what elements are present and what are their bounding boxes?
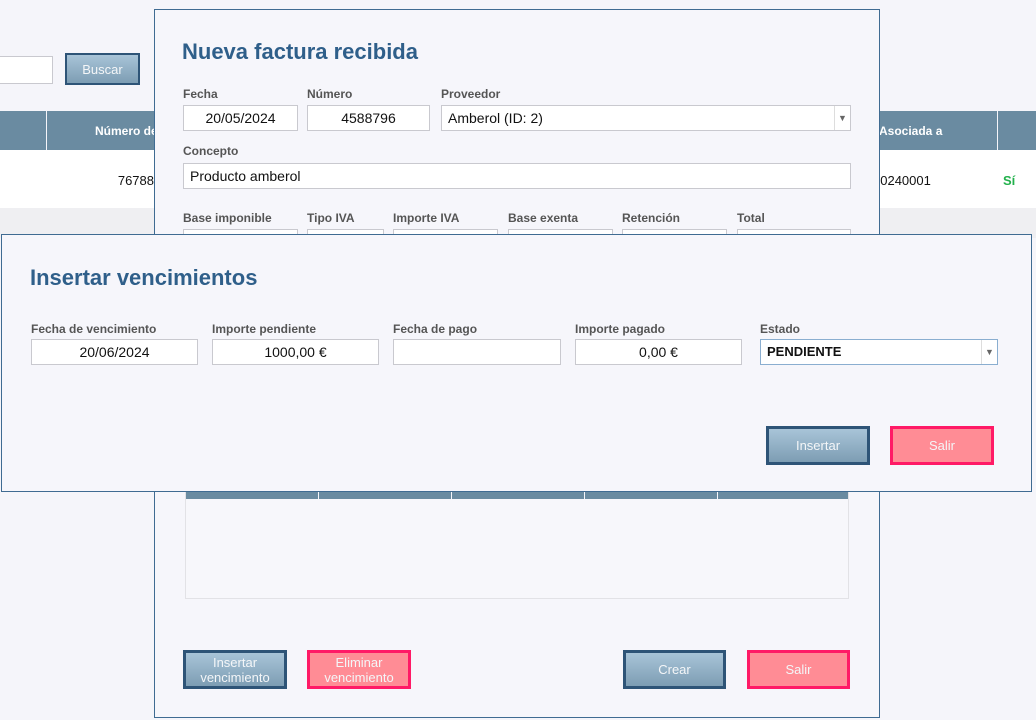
- vencimientos-table: [185, 490, 849, 599]
- insertar-button[interactable]: Insertar: [766, 426, 870, 465]
- proveedor-select[interactable]: Amberol (ID: 2) ▼: [441, 105, 851, 131]
- table-header-cell: [186, 491, 318, 499]
- estado-value: PENDIENTE: [767, 344, 842, 359]
- fecha-label: Fecha: [183, 87, 218, 101]
- salir-button[interactable]: Salir: [890, 426, 994, 465]
- estado-label: Estado: [760, 322, 801, 336]
- row-status: Sí: [1003, 173, 1016, 188]
- concepto-input[interactable]: Producto amberol: [183, 163, 851, 189]
- table-header-cell: [998, 111, 1036, 150]
- proveedor-label: Proveedor: [441, 87, 501, 101]
- table-header-cell: [0, 111, 46, 150]
- concepto-label: Concepto: [183, 144, 239, 158]
- table-header-numero: Número de: [47, 111, 154, 150]
- fecha-pago-input[interactable]: [393, 339, 561, 365]
- fecha-vencimiento-label: Fecha de vencimiento: [31, 322, 157, 336]
- proveedor-value: Amberol (ID: 2): [448, 110, 543, 126]
- numero-input[interactable]: 4588796: [307, 105, 430, 131]
- eliminar-vencimiento-button[interactable]: Eliminar vencimiento: [307, 650, 411, 689]
- importe-pendiente-label: Importe pendiente: [212, 322, 317, 336]
- row-numero: 76788: [117, 173, 154, 188]
- table-header-asociada: Asociada a: [879, 111, 997, 150]
- dialog-title: Insertar vencimientos: [30, 265, 258, 290]
- crear-button[interactable]: Crear: [623, 650, 726, 689]
- importe-pendiente-input[interactable]: 1000,00 €: [212, 339, 379, 365]
- importe-pagado-label: Importe pagado: [575, 322, 666, 336]
- table-header-cell: [452, 491, 584, 499]
- row-asociada: 20240001: [873, 173, 931, 188]
- fecha-vencimiento-input[interactable]: 20/06/2024: [31, 339, 198, 365]
- importe-iva-label: Importe IVA: [393, 211, 460, 225]
- estado-select[interactable]: PENDIENTE ▼: [760, 339, 998, 365]
- table-header-cell: [718, 491, 848, 499]
- tipo-iva-label: Tipo IVA: [307, 211, 355, 225]
- total-label: Total: [737, 211, 765, 225]
- table-header-cell: [585, 491, 717, 499]
- insertar-vencimiento-button[interactable]: Insertar vencimiento: [183, 650, 287, 689]
- salir-button[interactable]: Salir: [747, 650, 850, 689]
- table-header-cell: [319, 491, 451, 499]
- base-exenta-label: Base exenta: [508, 211, 579, 225]
- dialog-title: Nueva factura recibida: [182, 39, 418, 64]
- importe-pagado-input[interactable]: 0,00 €: [575, 339, 742, 365]
- search-button[interactable]: Buscar: [65, 53, 140, 85]
- chevron-down-icon: ▼: [834, 106, 850, 130]
- insertar-vencimientos-dialog: Insertar vencimientos Fecha de vencimien…: [1, 234, 1032, 492]
- fecha-pago-label: Fecha de pago: [393, 322, 478, 336]
- search-input[interactable]: [0, 56, 53, 84]
- numero-label: Número: [307, 87, 353, 101]
- base-imponible-label: Base imponible: [183, 211, 272, 225]
- retencion-label: Retención: [622, 211, 681, 225]
- chevron-down-icon: ▼: [981, 340, 997, 364]
- fecha-input[interactable]: 20/05/2024: [183, 105, 298, 131]
